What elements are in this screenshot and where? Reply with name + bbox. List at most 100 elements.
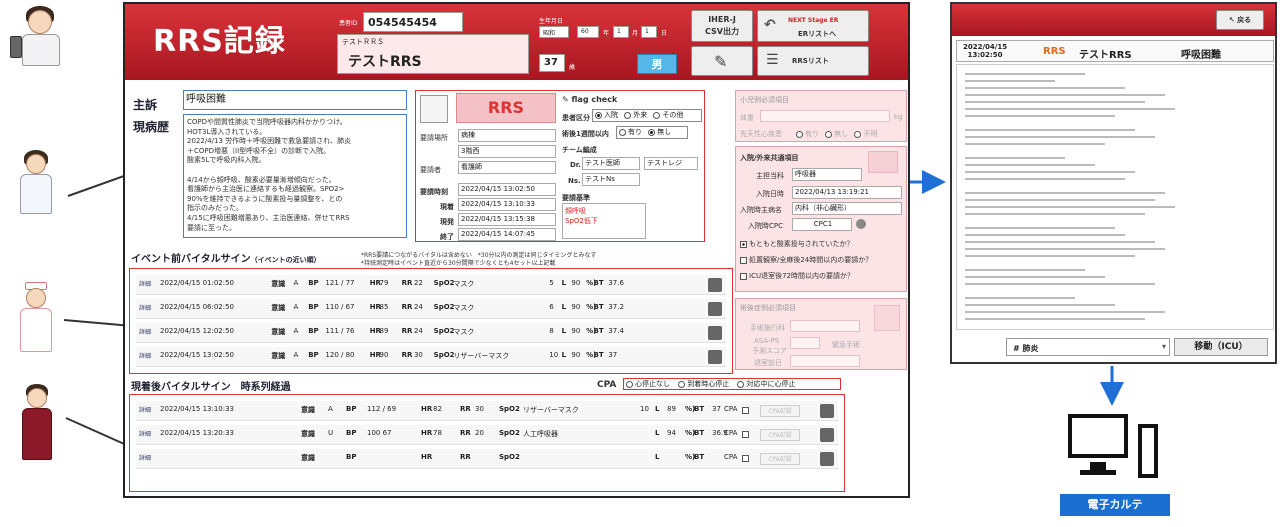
request-place-1-field[interactable]: 病棟: [458, 129, 556, 142]
admit-dx-field[interactable]: 内科（非心臓形）: [792, 202, 902, 215]
history-line: 4/14から頻呼吸、酸素必要量漸増傾向だった。: [187, 175, 336, 184]
cpc-field[interactable]: CPC1: [792, 218, 852, 231]
emr-text-line: [965, 227, 1115, 229]
vital-label[interactable]: 詳細: [139, 405, 151, 414]
vital-label[interactable]: 詳細: [139, 429, 151, 438]
era-select[interactable]: 昭和: [539, 26, 569, 38]
vital-o2: マスク: [453, 280, 475, 288]
op-dept-field[interactable]: [790, 320, 860, 332]
patient-type-outpatient[interactable]: 外来: [624, 111, 647, 119]
cpa-record-button[interactable]: CPA記録: [760, 405, 800, 417]
day-unit: 日: [661, 30, 668, 37]
patient-type-inpatient[interactable]: 入院: [595, 111, 618, 119]
er-list-button[interactable]: ↶ NEXT Stage ER ERリストへ: [757, 10, 869, 42]
age-field[interactable]: 37: [539, 54, 565, 72]
emr-text-line: [965, 101, 1145, 103]
trash-icon[interactable]: [708, 326, 722, 340]
emr-move-button[interactable]: 移動（ICU）: [1174, 338, 1268, 356]
dept-field[interactable]: 呼吸器: [792, 168, 862, 181]
vital-bt: 37.6: [608, 279, 624, 287]
cpa-record-button[interactable]: CPA記録: [760, 453, 800, 465]
emr-text-line: [965, 143, 1105, 145]
post-op-yes[interactable]: 有り: [619, 128, 642, 136]
vital-label[interactable]: 詳細: [139, 453, 151, 462]
cpa-checkbox[interactable]: [742, 431, 749, 438]
vital-bt: 37.2: [608, 303, 624, 311]
history-field[interactable]: COPDや間質性肺炎で当院呼吸器内科かかりつけ。 HOT3L導入されている。 202…: [183, 114, 407, 238]
vital-row: 意識 BP HR RR SpO2 L%) BT 詳細 2022/04/15 01:02:50 A 1…: [136, 275, 726, 295]
arrival-time-field[interactable]: 2022/04/15 13:10:33: [458, 198, 556, 211]
ns-1-field[interactable]: テストNs: [582, 173, 640, 186]
birth-day-field[interactable]: 1: [641, 26, 657, 38]
trash-icon[interactable]: [820, 404, 834, 418]
premature-no[interactable]: 無し: [825, 130, 848, 138]
csv-export-button[interactable]: IHER-J CSV出力: [691, 10, 753, 42]
dr-1-field[interactable]: テスト医師: [582, 157, 640, 170]
rrs-list-button[interactable]: ☰ RRSリスト: [757, 46, 869, 76]
emr-note-body[interactable]: [956, 64, 1274, 330]
requester-field[interactable]: 看護師: [458, 161, 556, 174]
cpa-arrival[interactable]: 到着時心停止: [678, 380, 729, 388]
complaint-field[interactable]: 呼吸困難: [183, 90, 407, 110]
cpc-settings-icon[interactable]: [856, 219, 866, 229]
birth-month-field[interactable]: 1: [613, 26, 629, 38]
cpa-checkbox[interactable]: [742, 455, 749, 462]
vital-label-spo2: SpO2: [499, 453, 520, 461]
sex-badge[interactable]: 男: [637, 54, 677, 74]
finding-time-value: 2022/04/15 13:15:38: [461, 215, 536, 223]
check-icu-72h[interactable]: ICU退室後72時間以内の要請か？: [740, 271, 854, 281]
patient-type-other[interactable]: その他: [653, 111, 683, 119]
vital-conscious: A: [328, 405, 333, 413]
patient-id-field[interactable]: 054545454: [363, 12, 463, 32]
vital-label[interactable]: 詳細: [139, 303, 151, 312]
surgery-title: 術後症例必須項目: [740, 304, 796, 312]
emr-back-button[interactable]: ↖ 戻る: [1216, 10, 1264, 30]
patient-type-other-label: その他: [662, 111, 684, 119]
trash-icon[interactable]: [708, 350, 722, 364]
history-line: [187, 166, 403, 176]
cpa-during[interactable]: 対応中に心停止: [737, 380, 795, 388]
patient-name-field[interactable]: テストＲＲＳ テストRRS: [337, 34, 529, 74]
weight-field[interactable]: [760, 110, 890, 122]
complaint-value: 呼吸困難: [186, 94, 226, 105]
op-date-field[interactable]: [790, 355, 860, 367]
vital-rr: 22: [413, 279, 423, 287]
cpa-arrival-label: 到着時心停止: [687, 380, 730, 388]
edit-button[interactable]: ✎: [691, 46, 753, 76]
vital-label-spo2: SpO2: [433, 327, 455, 335]
cpa-none[interactable]: 心停止なし: [626, 380, 670, 388]
trash-icon[interactable]: [708, 278, 722, 292]
asa-field[interactable]: [790, 337, 820, 349]
vital-label[interactable]: 詳細: [139, 327, 151, 336]
emr-text-line: [965, 94, 1165, 96]
check-oxygen[interactable]: もともと酸素投与されていたか？: [740, 239, 854, 249]
emr-dx-field[interactable]: # 肺炎 ▾: [1006, 338, 1170, 356]
criteria-list[interactable]: 頻呼吸 SpO2低下: [562, 203, 646, 239]
trash-icon[interactable]: [708, 302, 722, 316]
vital-label[interactable]: 詳細: [139, 279, 151, 288]
vital-o2: マスク: [453, 328, 475, 336]
pediatric-panel: 小児例必須項目 体重 kg 先天性心疾患 有り 無し 不明: [735, 90, 907, 142]
request-time-field[interactable]: 2022/04/15 13:02:50: [458, 183, 556, 196]
dr-2-field[interactable]: テストレジ: [644, 157, 698, 170]
trash-icon[interactable]: [820, 452, 834, 466]
check-postop-24h[interactable]: 処置観察/全麻後24時間以内の要請か？: [740, 255, 872, 265]
premature-unknown[interactable]: 不明: [854, 130, 877, 138]
cpa-checkbox[interactable]: [742, 407, 749, 414]
request-place-2-field[interactable]: 3階西: [458, 145, 556, 158]
rrs-badge[interactable]: RRS: [456, 93, 556, 123]
post-op-no[interactable]: 無し: [648, 128, 671, 136]
emr-summary-bar: 2022/04/15 13:02:50 RRS テストRRS 呼吸困難: [956, 40, 1274, 62]
trash-icon[interactable]: [820, 428, 834, 442]
finding-time-field[interactable]: 2022/04/15 13:15:38: [458, 213, 556, 226]
end-time-field[interactable]: 2022/04/15 14:07:45: [458, 228, 556, 241]
cpa-options: 心停止なし 到着時心停止 対応中に心停止: [623, 378, 841, 390]
vital-label-spo2: SpO2: [433, 279, 455, 287]
vital-label[interactable]: 詳細: [139, 351, 151, 360]
cpa-record-button[interactable]: CPA記録: [760, 429, 800, 441]
premature-yes[interactable]: 有り: [796, 130, 819, 138]
birth-year-field[interactable]: 60: [577, 26, 599, 38]
admit-date-field[interactable]: 2022/04/13 13:19:21: [792, 186, 902, 199]
emr-patient-name: テストRRS: [1079, 50, 1132, 61]
vital-label-conscious: 意識: [301, 430, 315, 438]
